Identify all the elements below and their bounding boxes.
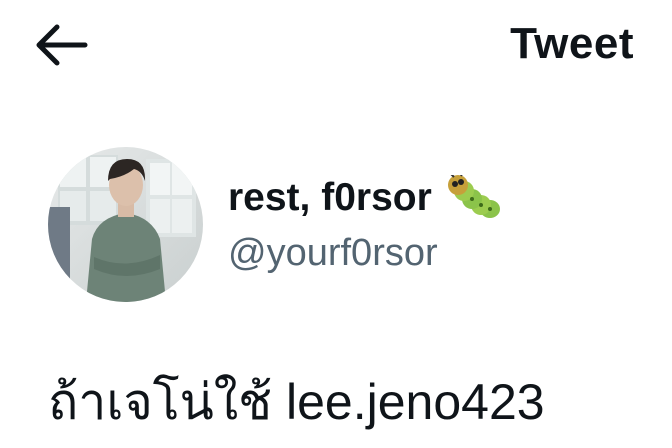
display-name: rest, f0rsor <box>228 176 432 219</box>
tweet-author: rest, f0rsor @yourf0rsor <box>48 147 648 303</box>
arrow-left-icon <box>36 24 88 66</box>
caterpillar-emoji-icon <box>447 175 500 218</box>
user-handle[interactable]: @yourf0rsor <box>228 229 502 277</box>
back-button[interactable] <box>30 20 92 70</box>
tweet-text: ถ้าเจโน่ใช้ lee.jeno423 <box>48 374 545 430</box>
avatar-photo <box>48 147 203 302</box>
avatar[interactable] <box>48 147 203 302</box>
top-bar: Tweet <box>0 0 672 92</box>
page-title: Tweet <box>510 19 634 68</box>
display-name-row[interactable]: rest, f0rsor <box>228 173 502 223</box>
author-names: rest, f0rsor @yourf0rsor <box>228 173 502 277</box>
tweet-detail-screen: Tweet rest, f0rsor @yourf0rsor ถ้าเจโน่ใ… <box>0 0 672 448</box>
